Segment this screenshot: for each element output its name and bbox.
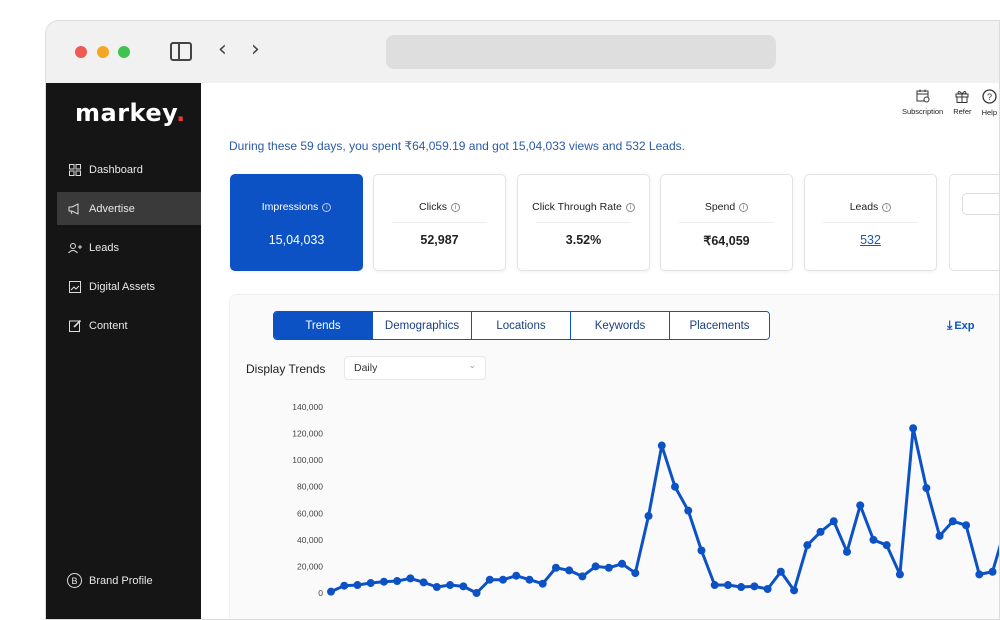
maximize-window-button[interactable] xyxy=(118,46,130,58)
metric-label: Clicks i xyxy=(374,201,505,213)
trend-title: Display Trends xyxy=(246,362,326,376)
browser-window: ‹ › markey. Dashboard Advertise Leads Di… xyxy=(45,20,1000,620)
sidebar-item-label: Digital Assets xyxy=(89,280,156,293)
tab-trends[interactable]: Trends xyxy=(274,312,373,339)
summary-text: During these 59 days, you spent ₹64,059.… xyxy=(229,139,685,153)
close-window-button[interactable] xyxy=(75,46,87,58)
svg-text:?: ? xyxy=(987,92,992,102)
info-icon[interactable]: i xyxy=(451,203,460,212)
metric-card-spend[interactable]: Spend i ₹64,059 xyxy=(660,174,793,271)
sidebar-toggle-icon[interactable] xyxy=(170,42,192,61)
info-icon[interactable]: i xyxy=(322,203,332,212)
image-icon xyxy=(68,280,82,294)
tab-locations[interactable]: Locations xyxy=(472,312,571,339)
metric-value: 15,04,033 xyxy=(268,233,325,247)
tab-keywords[interactable]: Keywords xyxy=(571,312,670,339)
info-icon[interactable]: i xyxy=(882,203,892,212)
refer-label: Refer xyxy=(953,107,972,116)
refer-button[interactable]: Refer xyxy=(953,89,972,117)
metric-label: Leads i xyxy=(805,201,936,213)
gift-icon xyxy=(955,89,969,107)
sidebar-item-label: Leads xyxy=(89,241,119,254)
topbar-actions: Subscription Refer ? Help xyxy=(902,89,997,117)
help-icon: ? xyxy=(982,89,997,108)
subscription-button[interactable]: Subscription xyxy=(902,89,943,117)
tab-placements[interactable]: Placements xyxy=(670,312,769,339)
sidebar-item-advertise[interactable]: Advertise xyxy=(57,192,201,225)
add-user-icon xyxy=(68,241,82,255)
metric-value: ₹64,059 xyxy=(703,234,750,248)
metric-divider xyxy=(536,222,631,223)
metric-value: 3.52% xyxy=(565,233,602,247)
metric-card-ctr[interactable]: Click Through Rate i 3.52% xyxy=(517,174,650,271)
metric-divider xyxy=(823,222,918,223)
export-button[interactable]: ⤓ Exp xyxy=(947,318,975,333)
sidebar-item-digital-assets[interactable]: Digital Assets xyxy=(57,270,201,303)
sidebar-item-content[interactable]: Content xyxy=(57,309,201,342)
info-icon[interactable]: i xyxy=(625,203,635,212)
chart-panel xyxy=(229,294,999,619)
minimize-window-button[interactable] xyxy=(97,46,109,58)
sidebar-item-label: Content xyxy=(89,319,128,332)
subscription-label: Subscription xyxy=(901,107,944,116)
brand-logo[interactable]: markey. xyxy=(75,99,186,127)
help-button[interactable]: ? Help xyxy=(982,89,997,117)
leads-link[interactable]: 532 xyxy=(805,233,936,247)
address-bar[interactable] xyxy=(386,35,776,69)
sidebar-item-leads[interactable]: Leads xyxy=(57,231,201,264)
metric-card-leads[interactable]: Leads i 532 xyxy=(804,174,937,271)
metric-label: Impressions i xyxy=(231,201,362,213)
megaphone-icon xyxy=(68,202,82,216)
brand-profile-link[interactable]: B Brand Profile xyxy=(67,573,153,588)
browser-toolbar: ‹ › xyxy=(46,21,999,83)
info-icon[interactable]: i xyxy=(739,203,749,212)
edit-icon xyxy=(68,319,82,333)
tab-demographics[interactable]: Demographics xyxy=(373,312,472,339)
metric-divider xyxy=(679,222,774,223)
sidebar-item-label: Advertise xyxy=(89,202,135,215)
granularity-select[interactable]: Daily ⌄ xyxy=(344,356,486,380)
main-content: Subscription Refer ? Help During these 5… xyxy=(201,83,999,619)
metric-card-impressions[interactable]: Impressions i 15,04,033 xyxy=(230,174,363,271)
metric-value: 52,987 xyxy=(420,233,459,247)
metric-card-partial[interactable] xyxy=(949,174,999,271)
forward-arrow-icon[interactable]: › xyxy=(251,39,260,61)
metric-divider xyxy=(392,222,487,223)
sidebar-item-dashboard[interactable]: Dashboard xyxy=(57,153,201,186)
download-icon: ⤓ xyxy=(947,318,953,332)
metric-card-clicks[interactable]: Clicks i 52,987 xyxy=(373,174,506,271)
granularity-value: Daily xyxy=(354,362,378,374)
brand-profile-label: Brand Profile xyxy=(89,574,153,587)
report-tabs: Trends Demographics Locations Keywords P… xyxy=(273,311,770,340)
export-label: Exp xyxy=(954,319,975,332)
calendar-icon xyxy=(916,89,930,107)
brand-profile-icon: B xyxy=(67,573,82,588)
chevron-down-icon: ⌄ xyxy=(468,361,476,371)
metric-label: Click Through Rate i xyxy=(518,201,649,213)
back-arrow-icon[interactable]: ‹ xyxy=(218,39,227,61)
grid-icon xyxy=(68,163,82,177)
sidebar: markey. Dashboard Advertise Leads Digita… xyxy=(46,83,201,619)
metric-label: Spend i xyxy=(661,201,792,213)
help-label: Help xyxy=(981,108,997,117)
sidebar-item-label: Dashboard xyxy=(89,163,143,176)
